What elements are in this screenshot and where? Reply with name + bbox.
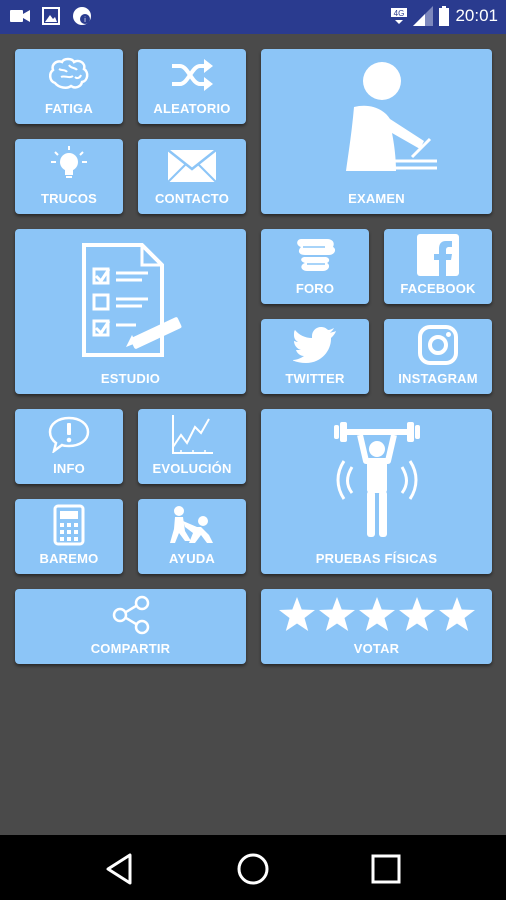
- brain-icon: [49, 57, 89, 89]
- info-bubble-icon: [48, 416, 90, 453]
- back-icon[interactable]: [100, 849, 140, 889]
- checklist-icon: [81, 243, 181, 357]
- tile-instagram-label: INSTAGRAM: [398, 371, 478, 386]
- weightlifter-icon: [333, 422, 420, 537]
- tile-estudio[interactable]: ESTUDIO: [15, 229, 246, 394]
- tile-estudio-label: ESTUDIO: [100, 371, 161, 386]
- navigation-bar: [0, 835, 506, 900]
- tile-contacto-label: CONTACTO: [154, 191, 230, 206]
- calculator-icon: [53, 504, 85, 546]
- tile-foro-label: FORO: [295, 281, 335, 296]
- five-stars-icon: [278, 597, 475, 631]
- tile-aleatorio-label: ALEATORIO: [153, 101, 231, 116]
- tile-twitter[interactable]: TWITTER: [261, 319, 369, 394]
- network-icon: 4G: [391, 8, 408, 24]
- lightbulb-icon: [51, 146, 87, 178]
- tile-examen-label: EXAMEN: [348, 191, 405, 206]
- tile-info[interactable]: INFO: [15, 409, 123, 484]
- image-icon: [42, 7, 60, 25]
- line-chart-icon: [172, 415, 213, 454]
- tile-pruebas-fisicas[interactable]: PRUEBAS FÍSICAS: [261, 409, 492, 574]
- tile-compartir-label: COMPARTIR: [90, 641, 171, 656]
- recents-icon[interactable]: [366, 849, 406, 889]
- tile-trucos[interactable]: TRUCOS: [15, 139, 123, 214]
- clock: 20:01: [455, 6, 498, 25]
- tile-votar-label: VOTAR: [353, 641, 400, 656]
- notification-icon: i: [73, 7, 91, 25]
- share-icon: [112, 595, 149, 635]
- tile-fatiga-label: FATIGA: [45, 101, 93, 116]
- tile-facebook[interactable]: FACEBOOK: [384, 229, 492, 304]
- tile-votar[interactable]: VOTAR: [261, 589, 492, 664]
- star-icon: [398, 597, 435, 631]
- tile-examen[interactable]: EXAMEN: [261, 49, 492, 214]
- video-icon: [10, 10, 30, 22]
- tile-twitter-label: TWITTER: [285, 371, 345, 386]
- tile-instagram[interactable]: INSTAGRAM: [384, 319, 492, 394]
- status-bar: i 4G 20:01: [0, 0, 506, 34]
- network-label: 4G: [394, 9, 405, 18]
- tile-evolucion[interactable]: EVOLUCIÓN: [138, 409, 246, 484]
- tile-trucos-label: TRUCOS: [40, 191, 98, 206]
- tile-evolucion-label: EVOLUCIÓN: [152, 461, 232, 476]
- star-icon: [318, 597, 355, 631]
- star-icon: [278, 597, 315, 631]
- twitter-bird-icon: [293, 327, 336, 363]
- student-writing-icon: [345, 62, 437, 171]
- shuffle-icon: [172, 59, 213, 91]
- tile-foro[interactable]: FORO: [261, 229, 369, 304]
- tile-pruebas-fisicas-label: PRUEBAS FÍSICAS: [315, 551, 438, 566]
- home-icon[interactable]: [233, 849, 273, 889]
- tile-facebook-label: FACEBOOK: [400, 281, 476, 296]
- instagram-icon: [418, 325, 458, 365]
- facebook-icon: [417, 234, 459, 276]
- tile-fatiga[interactable]: FATIGA: [15, 49, 123, 124]
- star-icon: [438, 597, 475, 631]
- star-icon: [358, 597, 395, 631]
- helping-hand-icon: [170, 506, 213, 543]
- envelope-icon: [167, 149, 217, 183]
- tile-contacto[interactable]: CONTACTO: [138, 139, 246, 214]
- tile-ayuda[interactable]: AYUDA: [138, 499, 246, 574]
- tile-ayuda-label: AYUDA: [168, 551, 216, 566]
- tile-aleatorio[interactable]: ALEATORIO: [138, 49, 246, 124]
- tile-info-label: INFO: [53, 461, 85, 476]
- tile-compartir[interactable]: COMPARTIR: [15, 589, 246, 664]
- app-content: FATIGA ALEATORIO EXAMEN TRUCOS CONTACTO …: [0, 34, 506, 835]
- tile-baremo[interactable]: BAREMO: [15, 499, 123, 574]
- tile-baremo-label: BAREMO: [39, 551, 99, 566]
- signal-icon: [413, 6, 434, 26]
- forum-icon: [297, 239, 336, 271]
- battery-icon: [439, 6, 450, 26]
